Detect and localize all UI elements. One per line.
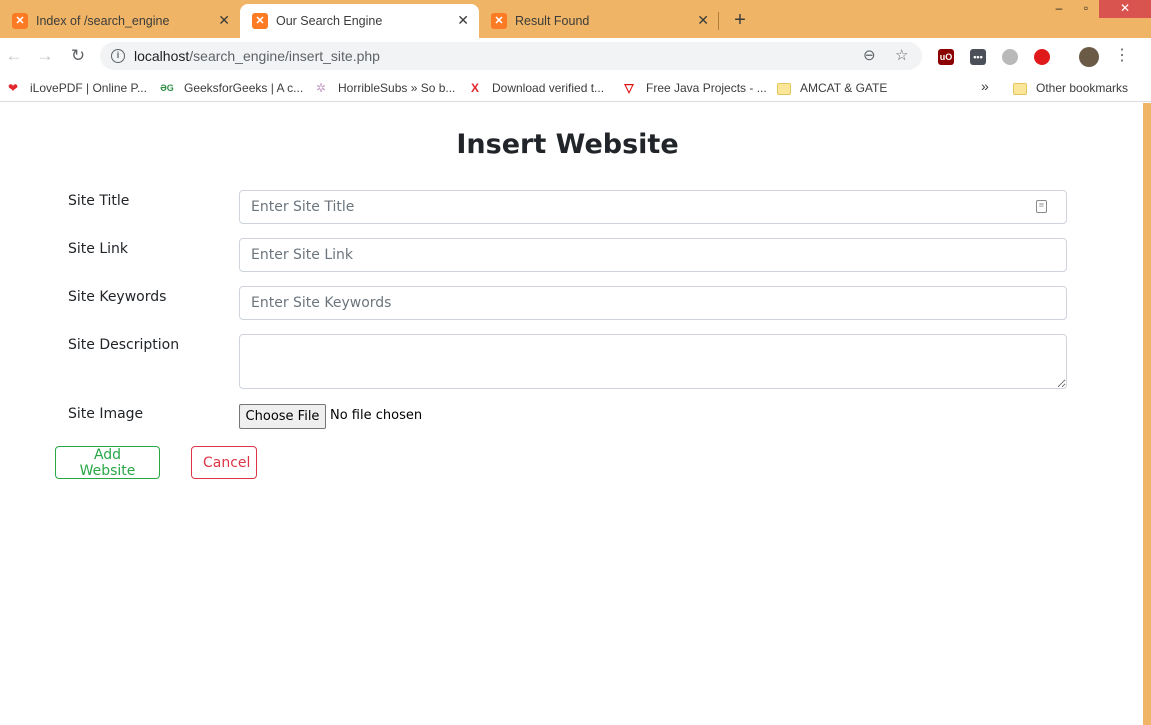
bookmarks-bar: ❤ iLovePDF | Online P... ƏG GeeksforGeek…: [0, 74, 1151, 102]
geeksforgeeks-icon: ƏG: [160, 83, 174, 93]
cancel-button[interactable]: Cancel: [191, 446, 257, 479]
bookmark-amcat-gate[interactable]: AMCAT & GATE: [800, 80, 887, 96]
add-website-button[interactable]: Add Website: [55, 446, 160, 479]
bookmark-download-verified[interactable]: Download verified t...: [492, 80, 604, 96]
other-bookmarks[interactable]: Other bookmarks: [1036, 80, 1128, 96]
site-link-label: Site Link: [68, 241, 128, 257]
reload-icon[interactable]: ↻: [68, 46, 88, 66]
site-link-input[interactable]: [239, 238, 1067, 272]
choose-file-button[interactable]: Choose File: [239, 404, 326, 429]
site-description-textarea[interactable]: [239, 334, 1067, 389]
url-text[interactable]: localhost/search_engine/insert_site.php: [134, 48, 380, 64]
browser-toolbar: ← → ↻ i localhost/search_engine/insert_s…: [0, 38, 1151, 74]
tab-title: Index of /search_engine: [36, 14, 170, 28]
info-icon[interactable]: i: [111, 49, 125, 63]
menu-kebab-icon[interactable]: ⋮: [1114, 46, 1130, 66]
heart-icon: ❤: [7, 81, 19, 95]
back-arrow-icon[interactable]: ←: [4, 46, 24, 66]
forward-arrow-icon[interactable]: →: [35, 46, 55, 66]
site-description-label: Site Description: [68, 337, 180, 353]
tab-result-found[interactable]: ✕ Result Found ✕: [479, 4, 719, 38]
stop-hand-extension-icon[interactable]: [1034, 49, 1050, 65]
zoom-icon[interactable]: ⊖: [863, 47, 876, 65]
bookmark-ilovepdf[interactable]: iLovePDF | Online P...: [30, 80, 147, 96]
close-tab-icon[interactable]: ✕: [457, 12, 469, 28]
globe-extension-icon[interactable]: [1002, 49, 1018, 65]
page-content: Insert Website Site Title ≡ Site Link Si…: [0, 103, 1143, 725]
bookmark-geeksforgeeks[interactable]: GeeksforGeeks | A c...: [184, 80, 303, 96]
xampp-favicon-icon: ✕: [252, 13, 268, 29]
site-title-label: Site Title: [68, 193, 130, 209]
file-status-text: No file chosen: [330, 408, 423, 423]
autofill-contact-icon[interactable]: ≡: [1036, 200, 1047, 213]
tab-separator: [718, 12, 719, 30]
bookmarks-overflow-chevron-icon[interactable]: »: [981, 78, 989, 94]
tab-strip: ✕ Index of /search_engine ✕ ✕ Our Search…: [0, 0, 1151, 38]
folder-icon: [777, 83, 791, 95]
new-tab-plus-icon[interactable]: +: [730, 10, 750, 30]
window-border: [1143, 103, 1151, 725]
minimize-icon[interactable]: –: [1045, 0, 1073, 18]
window-close-icon[interactable]: ✕: [1099, 0, 1151, 18]
close-tab-icon[interactable]: ✕: [218, 12, 230, 28]
bookmark-horriblesubs[interactable]: HorribleSubs » So b...: [338, 80, 455, 96]
close-tab-icon[interactable]: ✕: [697, 12, 709, 28]
site-title-input[interactable]: [239, 190, 1067, 224]
page-title: Insert Website: [456, 129, 679, 160]
horriblesubs-icon: ✲: [315, 81, 327, 95]
tab-title: Our Search Engine: [276, 14, 383, 28]
avatar[interactable]: [1079, 47, 1099, 67]
triangle-logo-icon: ▽: [624, 81, 634, 95]
folder-icon: [1013, 83, 1027, 95]
tab-index[interactable]: ✕ Index of /search_engine ✕: [0, 4, 240, 38]
browser-window: ✕ Index of /search_engine ✕ ✕ Our Search…: [0, 0, 1151, 725]
address-bar[interactable]: i localhost/search_engine/insert_site.ph…: [100, 42, 922, 70]
tab-our-search-engine[interactable]: ✕ Our Search Engine ✕: [240, 4, 479, 38]
xampp-favicon-icon: ✕: [12, 13, 28, 29]
x-logo-icon: X: [470, 81, 479, 95]
ublock-extension-icon[interactable]: uO: [938, 49, 954, 65]
site-keywords-input[interactable]: [239, 286, 1067, 320]
bookmark-star-icon[interactable]: ☆: [895, 47, 908, 65]
tab-title: Result Found: [515, 14, 590, 28]
xampp-favicon-icon: ✕: [491, 13, 507, 29]
site-image-label: Site Image: [68, 406, 144, 422]
dots-extension-icon[interactable]: •••: [970, 49, 986, 65]
bookmark-free-java-projects[interactable]: Free Java Projects - ...: [646, 80, 767, 96]
maximize-icon[interactable]: ▫: [1072, 0, 1100, 18]
site-keywords-label: Site Keywords: [68, 289, 167, 305]
